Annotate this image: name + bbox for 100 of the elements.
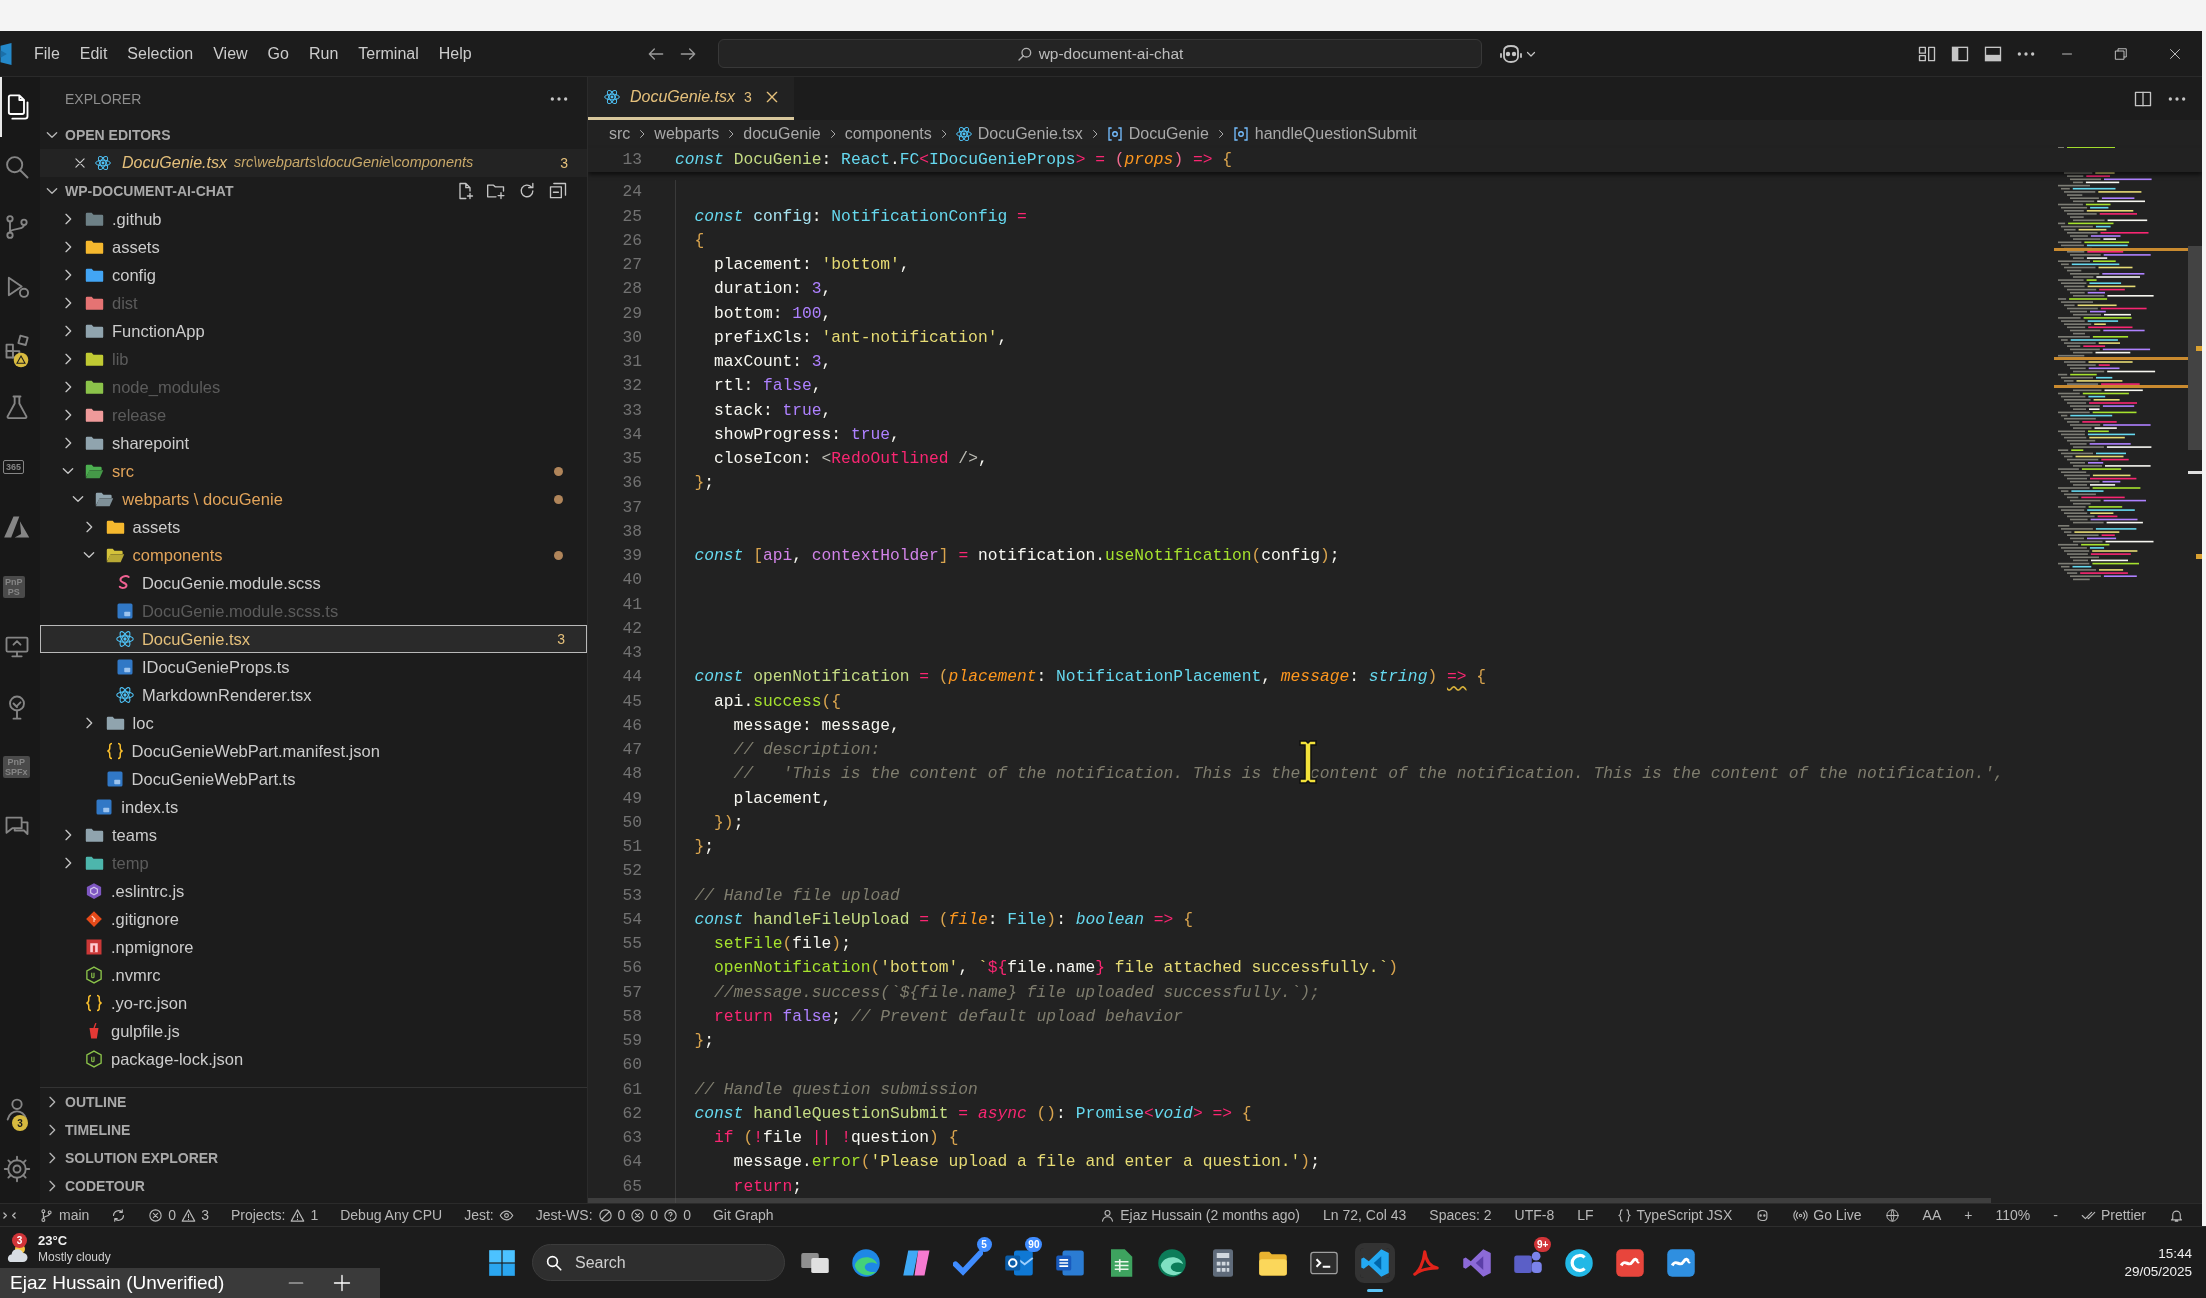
tree-item[interactable]: .nvmrc bbox=[40, 961, 587, 989]
tree-item[interactable]: DocuGenieWebPart.ts bbox=[40, 765, 587, 793]
plus-icon[interactable] bbox=[332, 1273, 352, 1293]
breadcrumb-item[interactable]: src bbox=[609, 122, 631, 146]
section-header[interactable]: CODETOUR bbox=[40, 1172, 587, 1200]
status-item[interactable]: AA bbox=[1922, 1204, 1942, 1226]
tree-item[interactable]: src bbox=[40, 457, 587, 485]
menu-item[interactable]: Go bbox=[257, 37, 299, 70]
tile-app-icon[interactable] bbox=[1665, 1247, 1696, 1278]
status-item[interactable]: TypeScript JSX bbox=[1616, 1204, 1733, 1226]
gear-icon[interactable] bbox=[3, 1155, 31, 1183]
menu-item[interactable]: Help bbox=[428, 37, 482, 70]
menu-item[interactable]: Edit bbox=[69, 37, 118, 70]
collapse-all-icon[interactable] bbox=[548, 181, 568, 201]
tree-item[interactable]: components bbox=[40, 541, 587, 569]
scrollbar-thumb[interactable] bbox=[2188, 246, 2202, 450]
notification-badge: 5 bbox=[976, 1237, 992, 1252]
activity-button[interactable]: 365 bbox=[3, 460, 25, 474]
tree-item[interactable]: FunctionApp bbox=[40, 317, 587, 345]
tree-item[interactable]: .github bbox=[40, 205, 587, 233]
tree-item[interactable]: MarkdownRenderer.tsx bbox=[40, 681, 587, 709]
breadcrumb-item[interactable]: DocuGenie bbox=[1106, 122, 1209, 146]
close-icon[interactable] bbox=[73, 156, 87, 170]
horizontal-scrollbar-thumb[interactable] bbox=[588, 1198, 1991, 1203]
breadcrumb-item[interactable]: handleQuestionSubmit bbox=[1232, 122, 1417, 146]
section-header[interactable]: WP-DOCUMENT-AI-CHAT bbox=[40, 177, 587, 205]
tree-item[interactable]: sharepoint bbox=[40, 429, 587, 457]
status-item[interactable]: Go Live bbox=[1793, 1204, 1862, 1226]
status-item[interactable]: Projects: 1 bbox=[230, 1204, 319, 1226]
browser-icon[interactable] bbox=[851, 1247, 882, 1278]
tree-item[interactable]: index.ts bbox=[40, 793, 587, 821]
section-header[interactable]: TIMELINE bbox=[40, 1116, 587, 1144]
search-field[interactable]: Search bbox=[532, 1244, 785, 1281]
code-line: return false; // Prevent default upload behavior bbox=[713, 1005, 1184, 1028]
status-item[interactable]: Ln 72, Col 43 bbox=[1323, 1204, 1407, 1226]
tree-item[interactable]: webparts \ docuGenie bbox=[40, 485, 587, 513]
menu-item[interactable]: Terminal bbox=[348, 37, 429, 70]
tree-item[interactable]: .gitignore bbox=[40, 905, 587, 933]
status-item[interactable]: Debug Any CPU bbox=[340, 1204, 443, 1226]
tree-item[interactable]: config bbox=[40, 261, 587, 289]
section-header[interactable]: OUTLINE bbox=[40, 1088, 587, 1116]
tile-app-icon[interactable] bbox=[1614, 1247, 1645, 1278]
branch-icon bbox=[39, 1207, 54, 1223]
notification-badge: 3 bbox=[12, 1233, 27, 1248]
branch-icon[interactable] bbox=[3, 213, 31, 241]
status-item[interactable]: UTF-8 bbox=[1514, 1204, 1555, 1226]
section-header[interactable]: OPEN EDITORS bbox=[40, 121, 587, 149]
tree-item[interactable]: teams bbox=[40, 821, 587, 849]
status-item[interactable]: Prettier bbox=[2080, 1204, 2146, 1226]
status-item[interactable]: + bbox=[1964, 1204, 1973, 1226]
status-item[interactable]: 110% bbox=[1995, 1204, 2031, 1226]
menu-item[interactable]: Run bbox=[298, 37, 349, 70]
status-item[interactable]: Git Graph bbox=[712, 1204, 774, 1226]
editor-tab[interactable]: DocuGenie.tsx 3 bbox=[588, 77, 794, 120]
sync-icon[interactable] bbox=[111, 1207, 127, 1223]
command-center-search[interactable]: wp-document-ai-chat bbox=[718, 39, 1482, 68]
status-item[interactable]: LF bbox=[1577, 1204, 1594, 1226]
circle-app-icon[interactable] bbox=[1563, 1247, 1594, 1278]
tree-item[interactable]: gulpfile.js bbox=[40, 1017, 587, 1045]
status-item[interactable]: 0 3 bbox=[148, 1204, 209, 1226]
file-icon bbox=[115, 658, 134, 676]
tree-item[interactable]: DocuGenieWebPart.manifest.json bbox=[40, 737, 587, 765]
status-item[interactable]: Spaces: 2 bbox=[1429, 1204, 1492, 1226]
browser-icon[interactable] bbox=[1156, 1247, 1187, 1278]
status-item[interactable]: Ejaz Hussain (2 months ago) bbox=[1100, 1204, 1300, 1226]
bell-icon[interactable] bbox=[2169, 1207, 2184, 1223]
blocks-icon[interactable] bbox=[3, 333, 31, 361]
status-item[interactable]: main bbox=[39, 1204, 90, 1226]
tree-item[interactable]: assets bbox=[40, 233, 587, 261]
open-editor-item[interactable]: DocuGenie.tsx src\webparts\docuGenie\components 3 bbox=[40, 149, 587, 177]
problem-count: 3 bbox=[557, 629, 565, 649]
ribbon-app-icon[interactable] bbox=[1411, 1247, 1442, 1278]
tree-item[interactable]: loc bbox=[40, 709, 587, 737]
tree-item[interactable]: assets bbox=[40, 513, 587, 541]
code-editor-icon[interactable] bbox=[1462, 1247, 1492, 1278]
tree-item[interactable]: DocuGenie.tsx 3 bbox=[40, 625, 587, 653]
menu-item[interactable]: File bbox=[24, 37, 70, 70]
search-icon[interactable] bbox=[3, 153, 31, 181]
robot-face-icon[interactable] bbox=[1755, 1207, 1771, 1223]
tree-item[interactable]: .eslintrc.js bbox=[40, 877, 587, 905]
tree-item[interactable]: .npmignore bbox=[40, 933, 587, 961]
line-number: 25 bbox=[621, 205, 642, 228]
tree-item[interactable]: DocuGenie.module.scss bbox=[40, 569, 587, 597]
start-icon[interactable] bbox=[488, 1248, 516, 1277]
section-header[interactable]: SOLUTION EXPLORER bbox=[40, 1144, 587, 1172]
code-line: const handleQuestionSubmit = async (): Promise<void> => { bbox=[693, 1102, 1252, 1125]
breadcrumb-item[interactable]: components bbox=[844, 122, 932, 146]
menu-item[interactable]: View bbox=[203, 37, 258, 70]
globe-icon[interactable] bbox=[1884, 1207, 1900, 1223]
breadcrumb-item[interactable]: DocuGenie.tsx bbox=[955, 122, 1083, 146]
status-item[interactable]: - bbox=[2053, 1204, 2058, 1226]
search-icon bbox=[1016, 45, 1033, 62]
status-item[interactable]: Jest: bbox=[464, 1204, 514, 1226]
tree-item[interactable]: .yo-rc.json bbox=[40, 989, 587, 1017]
tree-item[interactable]: package-lock.json bbox=[40, 1045, 587, 1073]
breadcrumb-item[interactable]: docuGenie bbox=[743, 122, 821, 146]
breadcrumb-item[interactable]: webparts bbox=[654, 122, 720, 146]
tree-item[interactable]: IDocuGenieProps.ts bbox=[40, 653, 587, 681]
status-item[interactable]: Jest-WS: 0 0 0 bbox=[535, 1204, 691, 1226]
menu-item[interactable]: Selection bbox=[117, 37, 204, 70]
